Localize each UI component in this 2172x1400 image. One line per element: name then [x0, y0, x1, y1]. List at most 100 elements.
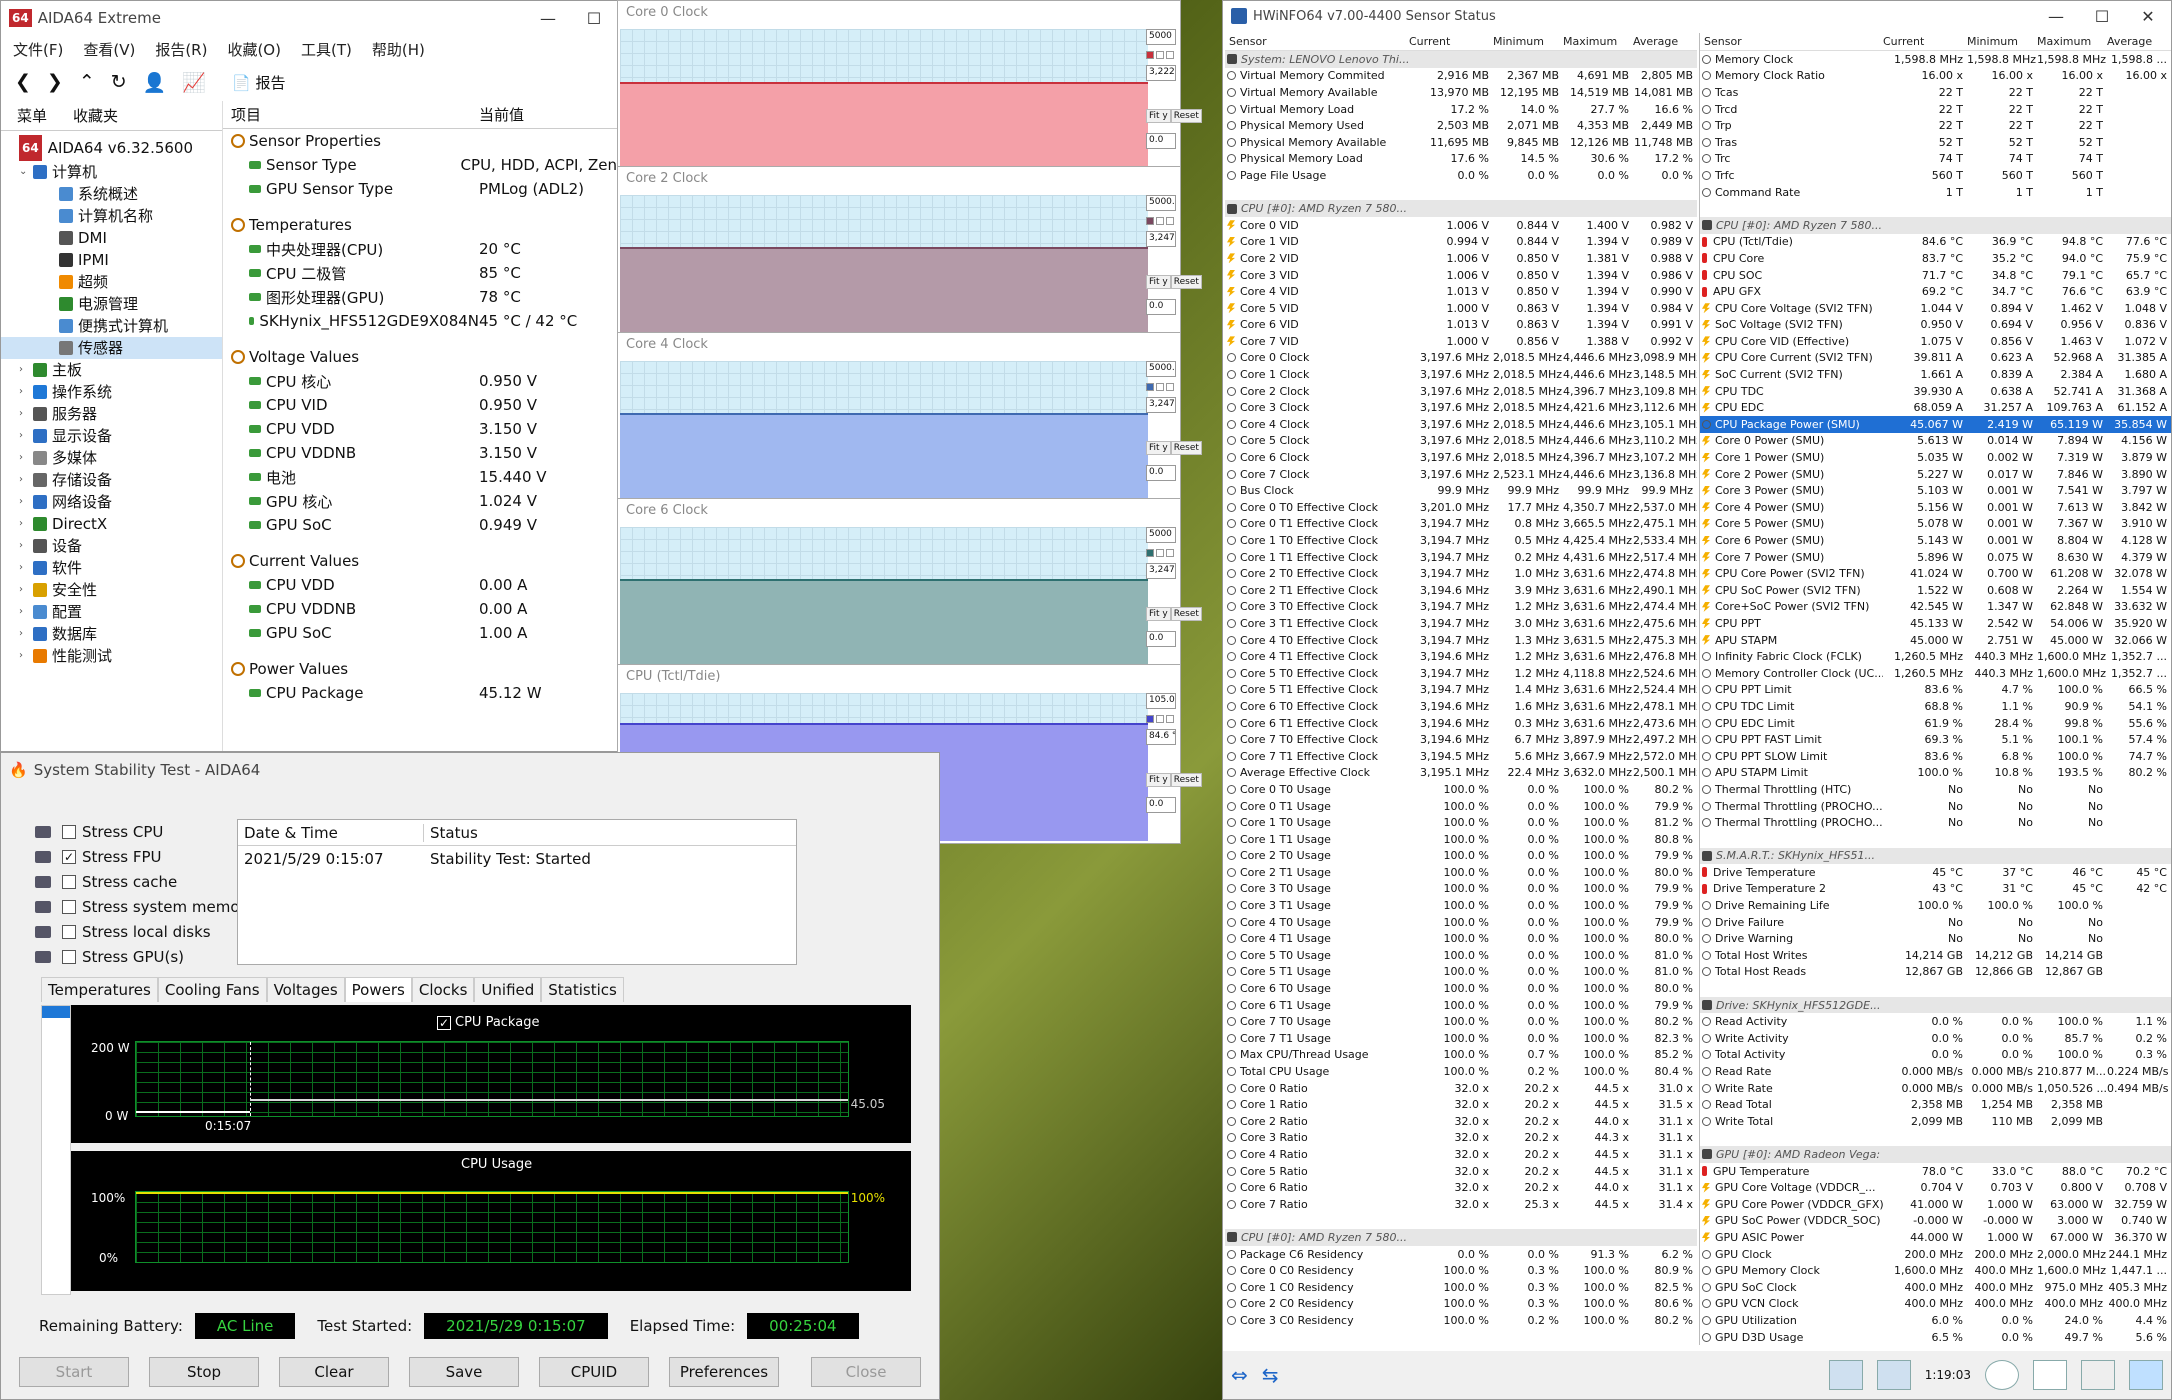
checkbox[interactable] [62, 899, 76, 914]
refresh-icon[interactable]: ↻ [111, 71, 127, 93]
sensor-row[interactable]: Write Rate 0.000 MB/s 0.000 MB/s 1,050.526 … [1700, 1080, 2171, 1097]
sensor-row[interactable]: Core 6 Ratio 32.0 x 20.2 x 44.0 x 31.1 x [1225, 1179, 1697, 1196]
sensor-row[interactable]: Core 2 Clock 3,197.6 MHz 2,018.5 MHz 4,396.… [1225, 383, 1697, 400]
sensor-row[interactable]: Core 1 Power (SMU) 5.035 W 0.002 W 7.319 W3… [1700, 449, 2171, 466]
color-swatch[interactable] [1166, 51, 1174, 59]
sensor-row[interactable]: Page File Usage 0.0 % 0.0 % 0.0 % 0.0 % [1225, 167, 1697, 184]
col-minimum[interactable]: Minimum [1493, 35, 1563, 48]
close-icon[interactable] [2129, 1360, 2163, 1390]
color-swatch[interactable] [1156, 51, 1164, 59]
sensor-row[interactable]: Core 5 VID 1.000 V 0.863 V 1.394 V 0.984 V [1225, 300, 1697, 317]
tree-item-23[interactable]: › 性能测试 [1, 645, 222, 667]
sensor-row[interactable]: Core 2 Ratio 32.0 x 20.2 x 44.0 x 31.1 x [1225, 1113, 1697, 1130]
sensor-row[interactable]: Core 5 T1 Effective Clock 3,194.7 MHz 1.4 … [1225, 682, 1697, 699]
color-swatch[interactable] [1156, 549, 1164, 557]
sensor-row[interactable]: Core 0 T1 Usage 100.0 % 0.0 % 100.0 % 79.9 % [1225, 798, 1697, 815]
reset-icon[interactable] [2033, 1360, 2067, 1390]
sensor-row[interactable]: GPU Utilization 6.0 % 0.0 % 24.0 % 4.4 % [1700, 1312, 2171, 1329]
sensor-row[interactable]: Core 2 T1 Usage 100.0 % 0.0 % 100.0 % 80.0 % [1225, 864, 1697, 881]
clock-icon[interactable] [1985, 1360, 2019, 1390]
col-average[interactable]: Average [2107, 35, 2171, 48]
sensor-group[interactable]: Drive: SKHynix_HFS512GDE... [1700, 996, 2171, 1014]
col-minimum[interactable]: Minimum [1967, 35, 2037, 48]
expand-icon[interactable]: › [19, 645, 31, 667]
sensor-row[interactable]: Core 1 T0 Usage 100.0 % 0.0 % 100.0 % 81.2 % [1225, 814, 1697, 831]
sensor-row[interactable]: CPU SoC Power (SVI2 TFN) 1.522 W 0.608 W 2.… [1700, 582, 2171, 599]
sensor-row[interactable]: Virtual Memory Available 13,970 MB 12,195 … [1225, 84, 1697, 101]
settings-network-icon[interactable] [1876, 1360, 1911, 1390]
color-swatch[interactable] [1156, 217, 1164, 225]
col-maximum[interactable]: Maximum [2037, 35, 2107, 48]
expand-icon[interactable]: › [19, 579, 31, 601]
sensor-row[interactable]: Trcd 22 T 22 T 22 T [1700, 101, 2171, 118]
tree-item-1[interactable]: ⌄ 计算机 [1, 161, 222, 183]
sensor-row[interactable]: Core 7 T1 Usage 100.0 % 0.0 % 100.0 % 82.3 % [1225, 1030, 1697, 1047]
sensor-row[interactable]: Core 6 T0 Effective Clock 3,194.6 MHz 1.6 … [1225, 698, 1697, 715]
checkbox[interactable]: ✓ [62, 849, 76, 864]
sensor-row[interactable]: Core 2 VID 1.006 V 0.850 V 1.381 V 0.988 V [1225, 250, 1697, 267]
expand-icon[interactable]: ⌄ [19, 161, 31, 183]
sensor-row[interactable]: CPU Core Power (SVI2 TFN) 41.024 W 0.700 W… [1700, 565, 2171, 582]
sensor-row[interactable]: Physical Memory Available 11,695 MB 9,845 … [1225, 134, 1697, 151]
sensor-row[interactable]: GPU D3D Usage 6.5 % 0.0 % 49.7 % 5.6 % [1700, 1329, 2171, 1346]
stress-option[interactable]: Stress CPU [35, 819, 255, 844]
sensor-row[interactable]: GPU Core Power (VDDCR_GFX) 41.000 W 1.000 … [1700, 1196, 2171, 1213]
sensor-row[interactable]: Core 0 T0 Effective Clock 3,201.0 MHz 17.7… [1225, 499, 1697, 516]
expand-icon[interactable]: › [19, 403, 31, 425]
tree-item-4[interactable]: DMI [1, 227, 222, 249]
checkbox[interactable] [62, 949, 76, 964]
sensor-row[interactable]: GPU Core Voltage (VDDCR_... 0.704 V 0.703 … [1700, 1179, 2171, 1196]
sensor-row[interactable]: Core 2 C0 Residency 100.0 % 0.3 % 100.0 % 80… [1225, 1296, 1697, 1313]
expand-icon[interactable]: › [19, 447, 31, 469]
sensor-group[interactable]: GPU [#0]: AMD Radeon Vega: [1700, 1146, 2171, 1163]
color-swatch[interactable] [1166, 383, 1174, 391]
close-button[interactable]: Close [811, 1357, 921, 1387]
sensor-row[interactable]: Read Total 2,358 MB 1,254 MB 2,358 MB [1700, 1096, 2171, 1113]
sensor-row[interactable]: Core 7 T1 Effective Clock 3,194.5 MHz 5.6 … [1225, 748, 1697, 765]
cpuid-button[interactable]: CPUID [539, 1357, 649, 1387]
tree-item-16[interactable]: › 网络设备 [1, 491, 222, 513]
sensor-row[interactable]: Core 4 Power (SMU) 5.156 W 0.001 W 7.613 W3… [1700, 499, 2171, 516]
maximize-button[interactable]: ☐ [2079, 7, 2125, 26]
menu-item[interactable]: 帮助(H) [372, 39, 425, 60]
tab-menu[interactable]: 菜单 [17, 105, 47, 126]
sensor-row[interactable]: GPU Memory Clock 1,600.0 MHz 400.0 MHz 1,60… [1700, 1262, 2171, 1279]
sensor-row[interactable]: Core 0 Power (SMU) 5.613 W 0.014 W 7.894 W4… [1700, 433, 2171, 450]
sensor-row[interactable]: Total CPU Usage 100.0 % 0.2 % 100.0 % 80.4 % [1225, 1063, 1697, 1080]
tree-item-12[interactable]: › 服务器 [1, 403, 222, 425]
col-datetime[interactable]: Date & Time [238, 823, 424, 842]
sensor-row[interactable]: Core 3 VID 1.006 V 0.850 V 1.394 V 0.986 V [1225, 267, 1697, 284]
sensor-row[interactable]: GPU SoC Power (VDDCR_SOC) -0.000 W -0.000 … [1700, 1213, 2171, 1230]
sensor-row[interactable]: APU GFX 69.2 °C 34.7 °C 76.6 °C 63.9 °C [1700, 283, 2171, 300]
stress-option[interactable]: Stress system memory [35, 894, 255, 919]
gear-icon[interactable] [2081, 1360, 2115, 1390]
color-swatch[interactable] [1166, 549, 1174, 557]
sensor-row[interactable]: Core 4 T0 Effective Clock 3,194.7 MHz 1.3 … [1225, 632, 1697, 649]
tree-item-20[interactable]: › 安全性 [1, 579, 222, 601]
sensor-row[interactable]: Core 5 T1 Usage 100.0 % 0.0 % 100.0 % 81.0 % [1225, 964, 1697, 981]
sensor-row[interactable]: Core 6 T1 Usage 100.0 % 0.0 % 100.0 % 79.9 % [1225, 997, 1697, 1014]
expand-icon[interactable]: › [19, 381, 31, 403]
sensor-row[interactable]: Core 4 T1 Usage 100.0 % 0.0 % 100.0 % 80.0 % [1225, 930, 1697, 947]
sensor-group[interactable]: CPU [#0]: AMD Ryzen 7 580... [1225, 1229, 1697, 1246]
expand-icon[interactable]: ⇔ [1231, 1363, 1248, 1387]
fit-y-button[interactable]: Fit y [1146, 607, 1171, 621]
sensor-row[interactable]: Core 0 VID 1.006 V 0.844 V 1.400 V 0.982 V [1225, 217, 1697, 234]
tree-item-22[interactable]: › 数据库 [1, 623, 222, 645]
sensor-row[interactable]: Trp 22 T 22 T 22 T [1700, 117, 2171, 134]
sensor-row[interactable]: CPU Package Power (SMU) 45.067 W 2.419 W 65… [1700, 416, 2171, 433]
tree-item-3[interactable]: 计算机名称 [1, 205, 222, 227]
sensor-row[interactable]: Core 3 C0 Residency 100.0 % 0.2 % 100.0 % 80… [1225, 1312, 1697, 1329]
tree-item-8[interactable]: 便携式计算机 [1, 315, 222, 337]
tab-clocks[interactable]: Clocks [411, 977, 475, 1002]
color-swatch[interactable] [1146, 51, 1154, 59]
tab-statistics[interactable]: Statistics [541, 977, 624, 1002]
expand-icon[interactable]: › [19, 557, 31, 579]
sensor-row[interactable]: Core 5 T0 Usage 100.0 % 0.0 % 100.0 % 81.0 % [1225, 947, 1697, 964]
sensor-group[interactable]: CPU [#0]: AMD Ryzen 7 580... [1225, 200, 1697, 217]
sensor-row[interactable]: Trc 74 T 74 T 74 T [1700, 151, 2171, 168]
sensor-row[interactable]: Core 6 T0 Usage 100.0 % 0.0 % 100.0 % 80.0 % [1225, 980, 1697, 997]
tree-item-18[interactable]: › 设备 [1, 535, 222, 557]
collapse-icon[interactable]: ⇆ [1262, 1363, 1279, 1387]
sensor-row[interactable]: Core 4 T1 Effective Clock 3,194.6 MHz 1.2 … [1225, 648, 1697, 665]
